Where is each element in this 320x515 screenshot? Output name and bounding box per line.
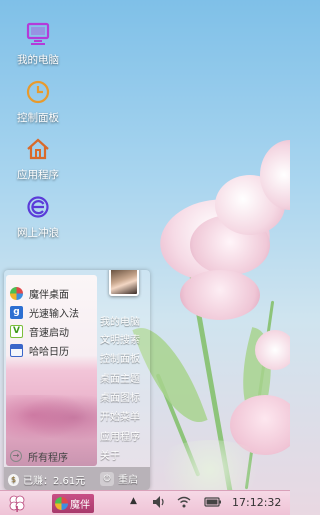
calendar-icon [10, 343, 23, 357]
computer-icon [26, 22, 50, 45]
clock-icon [26, 80, 50, 104]
menu-wallpaper-trees [6, 395, 97, 445]
task-label: 魔伴 [70, 500, 90, 511]
app-item-calendar[interactable]: 哈哈日历 [10, 340, 96, 360]
all-programs-label: 所有程序 [28, 452, 68, 464]
tray-expand-icon[interactable]: ▲ [130, 496, 137, 506]
avatar[interactable] [109, 270, 139, 296]
app-item-label: 光速输入法 [29, 308, 79, 320]
menu-item-desktop-theme[interactable]: 桌面主题 [100, 370, 148, 388]
desktop-icon-label: 我的电脑 [17, 54, 59, 66]
volume-icon[interactable] [152, 495, 166, 512]
menu-item-control-panel[interactable]: 控制面板 [100, 350, 148, 368]
menu-item-applications[interactable]: 应用程序 [100, 428, 148, 446]
start-button[interactable] [6, 494, 28, 513]
restart-label: 重启 [118, 475, 138, 486]
desktop-icon-control-panel[interactable]: 控制面板 [6, 80, 70, 125]
start-menu-app-panel: 魔伴桌面 g 光速输入法 V 音速启动 哈哈日历 → 所有程序 [6, 275, 97, 466]
desktop-icon-browser[interactable]: 网上冲浪 [6, 195, 70, 240]
earned-label: 已赚：2.61元 [23, 476, 86, 487]
all-programs-button[interactable]: → 所有程序 [10, 448, 96, 464]
menu-item-about[interactable]: 关于 [100, 447, 148, 465]
app-item-quick-launch[interactable]: V 音速启动 [10, 321, 96, 341]
pinwheel-icon [55, 497, 68, 510]
power-icon: ⏻ [100, 471, 114, 486]
wifi-icon[interactable] [177, 495, 191, 512]
menu-item-search[interactable]: 文明搜索 [100, 331, 148, 349]
desktop-icon-applications[interactable]: 应用程序 [6, 137, 70, 182]
arrow-right-icon: → [10, 450, 22, 462]
menu-item-desktop-icons[interactable]: 桌面图标 [100, 389, 148, 407]
restart-button[interactable]: ⏻ 重启 [100, 471, 138, 486]
menu-item-my-computer[interactable]: 我的电脑 [100, 313, 148, 331]
app-item-moban-desktop[interactable]: 魔伴桌面 [10, 283, 96, 303]
desktop-icon-my-computer[interactable]: 我的电脑 [6, 22, 70, 67]
launcher-v-icon: V [10, 324, 23, 338]
taskbar: 魔伴 ▲ 17:12:32 [0, 490, 290, 515]
earned-info: $ 已赚：2.61元 [8, 472, 85, 487]
pinwheel-icon [10, 286, 23, 300]
task-moban[interactable]: 魔伴 [52, 494, 94, 513]
clock[interactable]: 17:12:32 [232, 496, 281, 509]
desktop-icon-label: 应用程序 [17, 169, 59, 181]
desktop-icon-label: 控制面板 [17, 112, 59, 124]
menu-item-start-menu[interactable]: 开始菜单 [100, 408, 148, 426]
home-icon [27, 138, 49, 160]
app-item-input-method[interactable]: g 光速输入法 [10, 302, 96, 322]
start-menu-footer: $ 已赚：2.61元 ⏻ 重启 [4, 467, 150, 490]
ie-browser-icon [27, 196, 49, 218]
money-bag-icon: $ [8, 473, 19, 486]
app-item-label: 音速启动 [29, 327, 69, 339]
input-method-icon: g [10, 305, 23, 319]
desktop-icon-label: 网上冲浪 [17, 227, 59, 239]
battery-icon[interactable] [204, 495, 222, 512]
app-item-label: 哈哈日历 [29, 346, 69, 358]
app-item-label: 魔伴桌面 [29, 289, 69, 301]
start-menu: 魔伴桌面 g 光速输入法 V 音速启动 哈哈日历 → 所有程序 我的电脑 文明搜… [4, 270, 150, 490]
